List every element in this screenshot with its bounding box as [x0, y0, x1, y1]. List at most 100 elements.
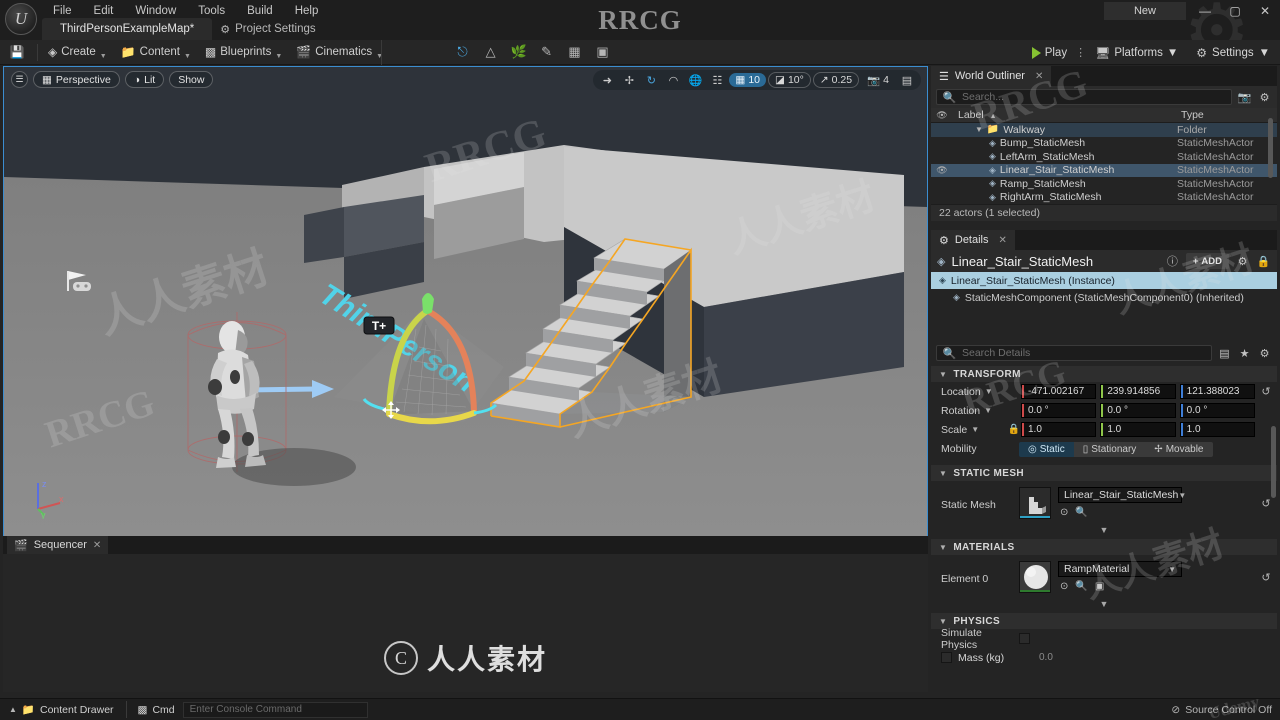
- select-tool-icon[interactable]: ➜: [597, 71, 617, 89]
- close-icon[interactable]: ✕: [1035, 71, 1043, 82]
- settings-gear-icon[interactable]: ⚙: [1257, 347, 1272, 360]
- browse-asset-icon[interactable]: 🔍: [1075, 581, 1087, 592]
- show-dropdown[interactable]: Show: [169, 71, 214, 88]
- column-visibility-icon[interactable]: 👁: [931, 110, 953, 121]
- chevron-down-icon[interactable]: ▼: [975, 125, 983, 134]
- camera-speed-control[interactable]: 📷 4: [861, 73, 895, 88]
- rotate-tool-icon[interactable]: ↻: [641, 71, 661, 89]
- component-row-staticmeshcomponent[interactable]: ◈ StaticMeshComponent (StaticMeshCompone…: [931, 289, 1277, 306]
- outliner-row-leftarm[interactable]: ◈ LeftArm_StaticMesh StaticMeshActor: [931, 150, 1277, 164]
- materials-expander-icon[interactable]: ▼: [931, 597, 1277, 611]
- cinematics-button[interactable]: 🎬 Cinematics ▼: [289, 42, 390, 63]
- mobility-option-static[interactable]: ◎ Static: [1019, 441, 1074, 457]
- scale-z-input[interactable]: 1.0: [1179, 422, 1255, 437]
- browse-asset-icon[interactable]: 🔍: [1075, 507, 1087, 518]
- lock-icon[interactable]: 🔒: [1256, 255, 1271, 268]
- static-mesh-dropdown[interactable]: Linear_Stair_StaticMesh ▼: [1058, 487, 1186, 503]
- tab-level-map[interactable]: ThirdPersonExampleMap*: [42, 18, 213, 40]
- mobility-option-movable[interactable]: ✢ Movable: [1145, 441, 1213, 457]
- help-circle-icon[interactable]: ⓘ: [1165, 253, 1180, 269]
- angle-snap-control[interactable]: ◪ 10°: [768, 72, 811, 88]
- outliner-row-ramp[interactable]: ◈ Ramp_StaticMesh StaticMeshActor: [931, 177, 1277, 191]
- close-button[interactable]: ✕: [1250, 0, 1280, 22]
- hamburger-icon[interactable]: ☰: [11, 71, 28, 88]
- settings-button[interactable]: ⚙ Settings ▼: [1190, 42, 1280, 63]
- use-selected-asset-icon[interactable]: ⊙: [1060, 507, 1068, 518]
- outliner-search-input[interactable]: 🔍 Search...: [936, 89, 1232, 105]
- location-z-input[interactable]: 121.388023: [1179, 384, 1255, 399]
- translate-tool-icon[interactable]: ✢: [619, 71, 639, 89]
- grid-snap-control[interactable]: ▦ 10: [729, 73, 767, 87]
- viewmode-dropdown[interactable]: ◑ Lit: [124, 71, 165, 88]
- columns-icon[interactable]: ▤: [1217, 347, 1232, 360]
- landscape-mode-icon[interactable]: △: [478, 42, 503, 63]
- tab-world-outliner[interactable]: ☰ World Outliner ✕: [931, 66, 1052, 86]
- player-start-icon[interactable]: [64, 269, 98, 295]
- material-dropdown[interactable]: RampMaterial ▼: [1058, 561, 1182, 577]
- create-button[interactable]: ◈ Create ▼: [41, 42, 114, 63]
- close-icon[interactable]: ✕: [93, 540, 101, 551]
- viewport-layout-icon[interactable]: ▤: [897, 71, 917, 89]
- material-thumbnail[interactable]: [1019, 561, 1051, 593]
- details-scrollbar[interactable]: [1271, 426, 1276, 498]
- row-visibility-toggle[interactable]: 👁: [931, 165, 953, 176]
- use-selected-asset-icon[interactable]: ⊙: [1060, 581, 1068, 592]
- scale-x-input[interactable]: 1.0: [1021, 422, 1097, 437]
- chevron-down-icon[interactable]: ▼: [971, 425, 979, 434]
- brush-edit-mode-icon[interactable]: ▣: [590, 42, 615, 63]
- fracture-mode-icon[interactable]: ▦: [562, 42, 587, 63]
- reset-material-icon[interactable]: ↺: [1255, 561, 1277, 584]
- section-materials[interactable]: ▼ MATERIALS: [931, 539, 1277, 555]
- scale-tool-icon[interactable]: ◠: [663, 71, 683, 89]
- content-drawer-button[interactable]: ▲ 📁 Content Drawer: [0, 701, 123, 719]
- save-outliner-icon[interactable]: 📷: [1237, 91, 1252, 104]
- location-y-input[interactable]: 239.914856: [1100, 384, 1176, 399]
- static-mesh-expander-icon[interactable]: ▼: [931, 523, 1277, 537]
- section-transform[interactable]: ▼ TRANSFORM: [931, 366, 1277, 382]
- outliner-row-bump[interactable]: ◈ Bump_StaticMesh StaticMeshActor: [931, 137, 1277, 151]
- save-icon[interactable]: 💾: [0, 45, 34, 59]
- simulate-physics-checkbox[interactable]: [1019, 633, 1030, 644]
- level-viewport[interactable]: ThirdPerson T+ z x y ☰ ▦ Perspective ◑ L…: [3, 66, 928, 538]
- add-component-button[interactable]: + ADD: [1185, 253, 1229, 269]
- reset-location-icon[interactable]: ↺: [1255, 385, 1277, 398]
- outliner-row-walkway[interactable]: ▼ 📁 Walkway Folder: [931, 123, 1277, 137]
- rotation-x-input[interactable]: 0.0 °: [1021, 403, 1097, 418]
- tab-sequencer[interactable]: 🎬 Sequencer ✕: [7, 536, 109, 554]
- play-options-icon[interactable]: ⋮: [1075, 46, 1086, 59]
- section-static-mesh[interactable]: ▼ STATIC MESH: [931, 465, 1277, 481]
- scale-y-input[interactable]: 1.0: [1100, 422, 1176, 437]
- mesh-paint-icon[interactable]: ✎: [534, 42, 559, 63]
- column-type[interactable]: Type: [1177, 109, 1277, 121]
- outliner-settings-gear-icon[interactable]: ⚙: [1257, 91, 1272, 104]
- mobility-option-stationary[interactable]: ▯ Stationary: [1073, 441, 1146, 457]
- close-icon[interactable]: ✕: [999, 235, 1007, 246]
- cmd-button[interactable]: ▩ Cmd: [130, 701, 183, 719]
- static-mesh-thumbnail[interactable]: [1019, 487, 1051, 519]
- create-material-instance-icon[interactable]: ▣: [1095, 581, 1104, 592]
- rotation-y-input[interactable]: 0.0 °: [1100, 403, 1176, 418]
- tab-project-settings[interactable]: ⚙ Project Settings: [212, 18, 327, 40]
- surface-snap-icon[interactable]: ☷: [707, 71, 727, 89]
- select-mode-icon[interactable]: ⎋: [450, 42, 475, 63]
- content-button[interactable]: 📁 Content ▼: [114, 42, 198, 63]
- column-label[interactable]: Label ▲: [953, 109, 1177, 121]
- play-button[interactable]: Play: [1027, 42, 1072, 63]
- source-control-status[interactable]: ⊘ Source Control Off: [1171, 704, 1272, 716]
- sequencer-panel[interactable]: C 人人素材: [3, 554, 928, 692]
- perspective-dropdown[interactable]: ▦ Perspective: [33, 71, 120, 88]
- new-button[interactable]: New: [1104, 2, 1186, 20]
- chevron-down-icon[interactable]: ▼: [985, 387, 993, 396]
- chevron-down-icon[interactable]: ▼: [984, 406, 992, 415]
- world-coords-icon[interactable]: 🌐: [685, 71, 705, 89]
- blueprint-split-icon[interactable]: ⚙: [1235, 255, 1250, 268]
- outliner-scrollbar[interactable]: [1268, 118, 1273, 178]
- platforms-button[interactable]: 🖥 Platforms ▼: [1089, 42, 1184, 63]
- component-row-instance[interactable]: ◈ Linear_Stair_StaticMesh (Instance): [931, 272, 1277, 289]
- location-x-input[interactable]: -471.002167: [1021, 384, 1097, 399]
- scale-snap-control[interactable]: ↗ 0.25: [812, 72, 860, 88]
- mass-override-checkbox[interactable]: [941, 652, 952, 663]
- console-command-input[interactable]: Enter Console Command: [182, 701, 368, 718]
- blueprints-button[interactable]: ▩ Blueprints ▼: [198, 42, 289, 63]
- rotation-z-input[interactable]: 0.0 °: [1179, 403, 1255, 418]
